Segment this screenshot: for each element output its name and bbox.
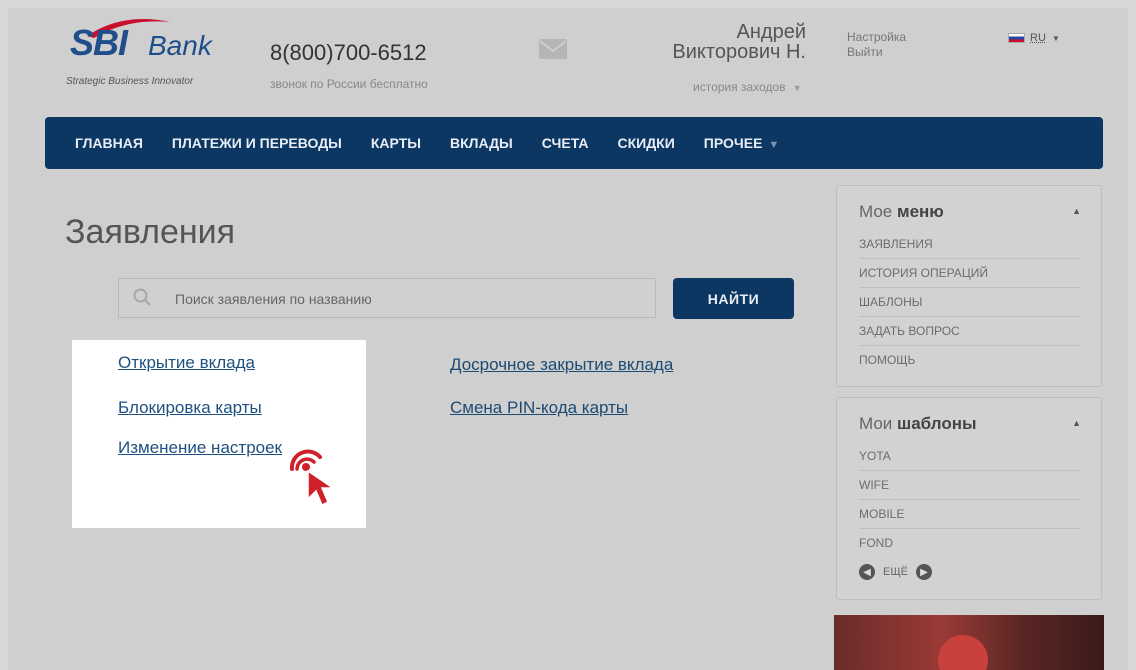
- menu-item-history[interactable]: ИСТОРИЯ ОПЕРАЦИЙ: [859, 259, 1081, 288]
- search-button[interactable]: НАЙТИ: [673, 278, 794, 319]
- user-name[interactable]: Андрей Викторович Н.: [586, 22, 806, 62]
- top-links: Настройка Выйти: [847, 30, 906, 60]
- mail-icon[interactable]: [538, 38, 568, 60]
- my-templates-list: YOTA WIFE MOBILE FOND: [859, 442, 1081, 557]
- logout-link[interactable]: Выйти: [847, 45, 906, 60]
- templates-pagination: ◀ ЕЩЁ ▶: [859, 564, 932, 580]
- template-item[interactable]: YOTA: [859, 442, 1081, 471]
- collapse-icon[interactable]: ▲: [1072, 206, 1081, 216]
- chevron-down-icon: ▼: [792, 83, 802, 93]
- user-name-line2: Викторович Н.: [672, 41, 806, 63]
- collapse-icon[interactable]: ▲: [1072, 418, 1081, 428]
- menu-item-help[interactable]: ПОМОЩЬ: [859, 346, 1081, 374]
- promo-family-icon: [938, 635, 988, 670]
- language-label: RU: [1030, 32, 1046, 44]
- search-input[interactable]: [173, 279, 647, 319]
- page-title: Заявления: [65, 213, 236, 251]
- template-item[interactable]: WIFE: [859, 471, 1081, 500]
- menu-item-applications[interactable]: ЗАЯВЛЕНИЯ: [859, 230, 1081, 259]
- nav-item-deposits[interactable]: ВКЛАДЫ: [450, 135, 513, 151]
- my-menu-title: Мое меню: [859, 202, 944, 221]
- sbi-bank-logo[interactable]: SBI Bank Strategic Business Innovator: [62, 18, 222, 88]
- prev-arrow-icon[interactable]: ◀: [859, 564, 875, 580]
- template-item[interactable]: FOND: [859, 529, 1081, 557]
- user-name-line1: Андрей: [736, 21, 806, 43]
- logo-bank-text: Bank: [148, 30, 212, 61]
- language-selector[interactable]: RU ▼: [1008, 32, 1060, 44]
- click-cursor-icon: [289, 449, 336, 507]
- next-arrow-icon[interactable]: ▶: [916, 564, 932, 580]
- history-label: история заходов: [693, 80, 786, 94]
- template-item[interactable]: MOBILE: [859, 500, 1081, 529]
- nav-item-cards[interactable]: КАРТЫ: [371, 135, 421, 151]
- link-early-close-deposit[interactable]: Досрочное закрытие вклада: [450, 355, 673, 375]
- more-label[interactable]: ЕЩЁ: [883, 566, 908, 578]
- my-templates-title: Мои шаблоны: [859, 414, 977, 433]
- phone-note: звонок по России бесплатно: [270, 77, 428, 91]
- nav-item-accounts[interactable]: СЧЕТА: [542, 135, 589, 151]
- link-change-pin[interactable]: Смена PIN-кода карты: [450, 398, 628, 418]
- logo-tagline: Strategic Business Innovator: [66, 76, 194, 87]
- my-templates-panel: Мои шаблоны ▲ YOTA WIFE MOBILE FOND ◀ ЕЩ…: [836, 397, 1102, 600]
- logo-sbi-text: SBI: [70, 22, 128, 63]
- search-box: [118, 278, 656, 319]
- promo-banner[interactable]: [834, 615, 1104, 670]
- nav-item-payments[interactable]: ПЛАТЕЖИ И ПЕРЕВОДЫ: [172, 135, 342, 151]
- nav-item-main[interactable]: ГЛАВНАЯ: [75, 135, 143, 151]
- chevron-down-icon: ▼: [768, 139, 780, 151]
- nav-item-other[interactable]: ПРОЧЕЕ ▼: [704, 135, 780, 151]
- link-change-settings[interactable]: Изменение настроек: [118, 438, 282, 458]
- link-open-deposit[interactable]: Открытие вклада: [118, 353, 255, 373]
- menu-item-templates[interactable]: ШАБЛОНЫ: [859, 288, 1081, 317]
- search-icon: [133, 288, 151, 306]
- russia-flag-icon: [1008, 33, 1025, 44]
- nav-item-other-label: ПРОЧЕЕ: [703, 135, 763, 151]
- my-menu-panel: Мое меню ▲ ЗАЯВЛЕНИЯ ИСТОРИЯ ОПЕРАЦИЙ ША…: [836, 185, 1102, 387]
- menu-item-ask-question[interactable]: ЗАДАТЬ ВОПРОС: [859, 317, 1081, 346]
- settings-link[interactable]: Настройка: [847, 30, 906, 45]
- my-menu-list: ЗАЯВЛЕНИЯ ИСТОРИЯ ОПЕРАЦИЙ ШАБЛОНЫ ЗАДАТ…: [859, 230, 1081, 374]
- main-nav: ГЛАВНАЯ ПЛАТЕЖИ И ПЕРЕВОДЫ КАРТЫ ВКЛАДЫ …: [45, 117, 1103, 169]
- nav-item-discounts[interactable]: СКИДКИ: [617, 135, 674, 151]
- chevron-down-icon: ▼: [1051, 34, 1060, 43]
- phone-number: 8(800)700-6512: [270, 40, 427, 65]
- link-block-card[interactable]: Блокировка карты: [118, 398, 262, 418]
- history-dropdown[interactable]: история заходов ▼: [693, 80, 802, 94]
